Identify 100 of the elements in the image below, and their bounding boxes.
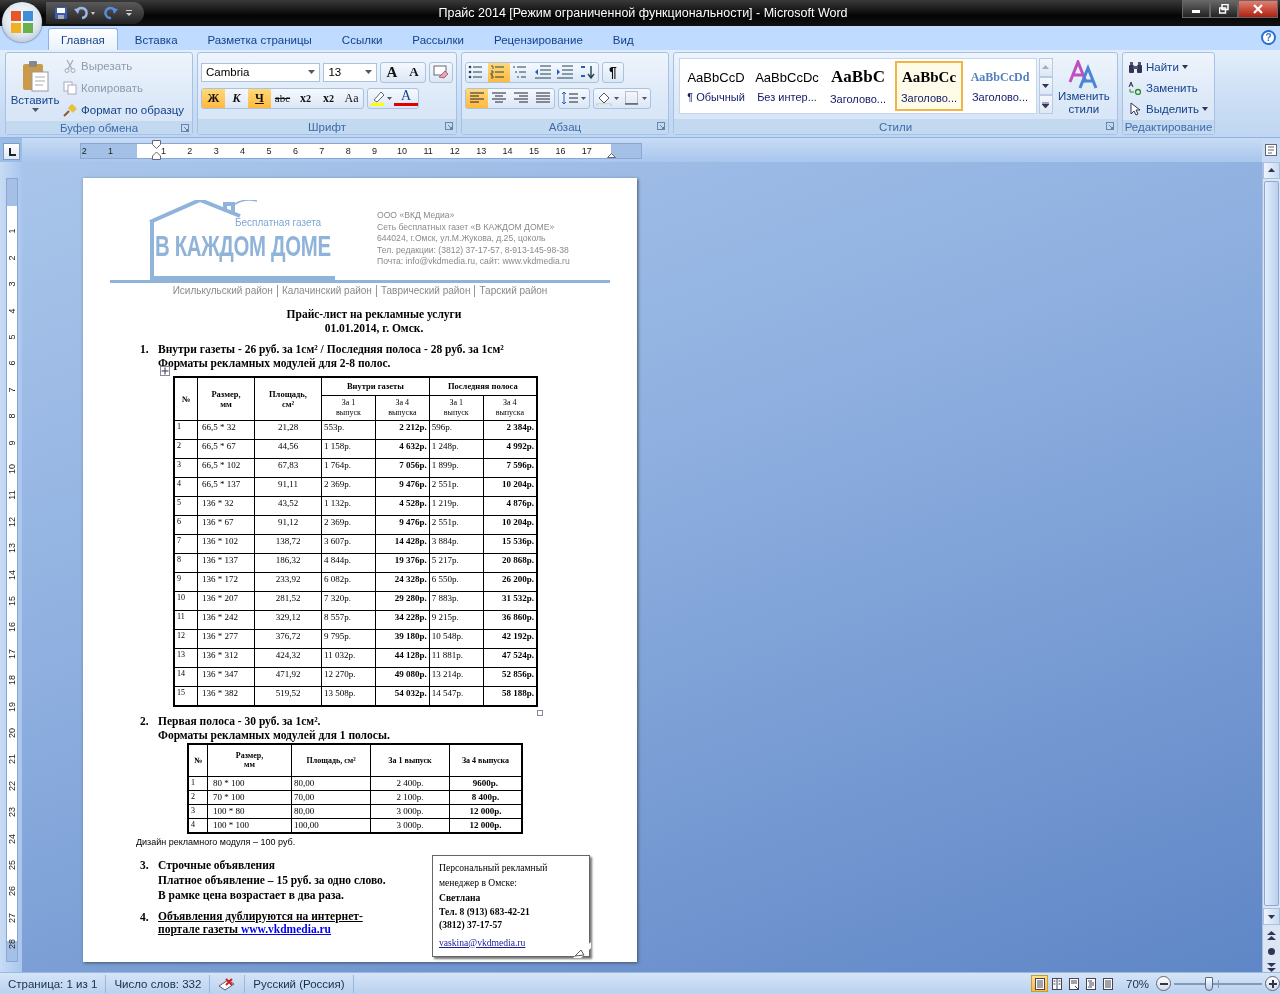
table-cell: 3 000р. — [370, 804, 450, 818]
style-item[interactable]: AaBbCcDc Без интер... — [753, 61, 821, 111]
borders-button[interactable] — [622, 88, 650, 108]
ruler-number: 22 — [7, 779, 17, 792]
ruler-number: 23 — [7, 806, 17, 819]
table-cell: 3 — [174, 458, 198, 477]
ruler-number: 12 — [7, 515, 17, 528]
dialog-launcher-icon[interactable] — [181, 124, 189, 132]
style-item[interactable]: AaBbCc Заголово... — [895, 61, 963, 111]
format-button[interactable]: Ч — [248, 88, 271, 108]
table-cell: 424,32 — [254, 648, 322, 667]
browse-object-icon[interactable] — [1267, 947, 1276, 956]
table-cell: 12 270р. — [321, 667, 376, 686]
zoom-slider-thumb[interactable] — [1205, 976, 1214, 991]
section-text: Форматы рекламных модулей для 2-8 полос. — [158, 356, 391, 370]
redo-icon[interactable] — [104, 6, 118, 20]
email-link[interactable]: vaskina@vkdmedia.ru — [439, 934, 526, 950]
style-item[interactable]: AaBbCcDd Заголово... — [966, 61, 1034, 111]
indent-marker-icon[interactable] — [152, 140, 161, 160]
ruler-number: 15 — [7, 595, 17, 607]
indent-button[interactable] — [532, 62, 554, 82]
office-button[interactable] — [2, 2, 42, 42]
more-button[interactable] — [1039, 95, 1053, 114]
up-arrow-icon[interactable] — [1268, 168, 1275, 173]
paste-button[interactable]: Вставить — [9, 56, 61, 118]
restore-button[interactable] — [1210, 0, 1238, 18]
editing-command[interactable]: Заменить — [1128, 80, 1211, 96]
website-link[interactable]: www.vkdmedia.ru — [240, 922, 331, 935]
style-item[interactable]: AaBbCcD ¶ Обычный — [682, 61, 750, 111]
table-cell: 136 * 242 — [197, 610, 255, 629]
language-indicator[interactable]: Русский (Россия) — [245, 974, 354, 993]
close-button[interactable] — [1238, 0, 1278, 18]
align-button[interactable] — [466, 88, 488, 108]
group-title: Шрифт — [308, 120, 346, 133]
ribbon-tab[interactable]: Разметка страницы — [194, 28, 325, 50]
table-cell: 43,52 — [254, 496, 322, 515]
ruler-number: 28 — [7, 938, 17, 951]
ruler-number: 9 — [7, 439, 17, 448]
font-size-field[interactable]: 13 — [323, 62, 377, 82]
tab-stop-button[interactable] — [3, 143, 20, 160]
down-arrow-icon — [1042, 84, 1050, 88]
word-count[interactable]: Число слов: 332 — [106, 974, 211, 993]
vertical-scrollbar[interactable] — [1262, 162, 1280, 972]
format-button[interactable]: Ж — [202, 88, 225, 108]
table-resize-icon[interactable] — [537, 709, 543, 716]
ribbon-tab[interactable]: Ссылки — [328, 28, 396, 50]
zoom-out-button[interactable] — [1156, 976, 1171, 991]
indent-icon — [556, 65, 574, 79]
ruler-number: 15 — [529, 145, 537, 157]
table-cell: 1 — [188, 776, 208, 790]
ribbon-tab[interactable]: Вставка — [121, 28, 191, 50]
page-icon — [1033, 977, 1046, 990]
undo-icon[interactable] — [74, 6, 98, 20]
company-info: ООО «ВКД Медиа» — [377, 210, 456, 222]
table-header: Площадь, см² — [291, 743, 371, 776]
format-button[interactable]: abc — [271, 88, 294, 108]
clipboard-command[interactable]: Формат по образцу — [63, 102, 185, 118]
table-cell: 471,92 — [254, 667, 322, 686]
style-item[interactable]: AaBbC Заголово... — [824, 61, 892, 111]
section-text: Внутри газеты - 26 руб. за 1см² / Последняя полоса - 28 руб. за 1см² — [158, 341, 504, 356]
view-mode-button[interactable] — [1031, 975, 1048, 992]
format-button[interactable]: К — [225, 88, 248, 108]
ruler-number: 2 — [186, 145, 194, 157]
ribbon-tab[interactable]: Рецензирование — [481, 28, 596, 50]
format-button[interactable]: Aa — [340, 88, 363, 108]
dialog-launcher-icon[interactable] — [657, 122, 665, 130]
save-icon[interactable] — [54, 6, 68, 20]
zoom-level[interactable]: 70% — [1126, 977, 1156, 990]
table-cell: 39 180р. — [375, 629, 430, 648]
zoom-in-button[interactable] — [1265, 976, 1280, 991]
minimize-button[interactable] — [1182, 0, 1210, 18]
zoom-slider[interactable] — [1174, 976, 1262, 991]
dialog-launcher-icon[interactable] — [1106, 122, 1114, 130]
borders-icon — [624, 90, 648, 106]
ribbon-tab[interactable]: Вид — [599, 28, 647, 50]
customize-icon[interactable] — [124, 8, 134, 18]
expand-icon — [1042, 101, 1050, 108]
editing-command[interactable]: Выделить — [1128, 101, 1211, 117]
ribbon-tab[interactable]: Главная — [48, 28, 118, 50]
font-field[interactable]: Cambria — [201, 62, 321, 82]
down-arrow-icon[interactable] — [1268, 914, 1275, 919]
eraser-icon — [433, 65, 449, 79]
page-count[interactable]: Страница: 1 из 1 — [0, 974, 107, 993]
table-cell: 136 * 67 — [197, 515, 255, 534]
previous-page-icon[interactable] — [1267, 931, 1276, 940]
table-cell: 1 248р. — [429, 439, 484, 458]
help-button[interactable]: ? — [1261, 30, 1276, 45]
grow-font-button[interactable]: A — [381, 62, 403, 82]
table-header: Внутри газеты — [321, 376, 430, 395]
table-cell: 136 * 32 — [197, 496, 255, 515]
dialog-launcher-icon[interactable] — [445, 122, 453, 130]
ribbon-tab[interactable]: Рассылки — [399, 28, 477, 50]
editing-command[interactable]: Найти — [1128, 59, 1211, 75]
page-icon — [1084, 977, 1097, 990]
proofing-icon[interactable] — [218, 976, 237, 991]
ruler-toggle-icon[interactable] — [1265, 144, 1277, 156]
change-styles-button[interactable]: Изменить стили — [1054, 58, 1113, 116]
shrink-font-button[interactable]: A — [403, 62, 425, 82]
show-marks-button[interactable]: ¶ — [603, 62, 623, 82]
ruler-number: 5 — [265, 145, 273, 157]
